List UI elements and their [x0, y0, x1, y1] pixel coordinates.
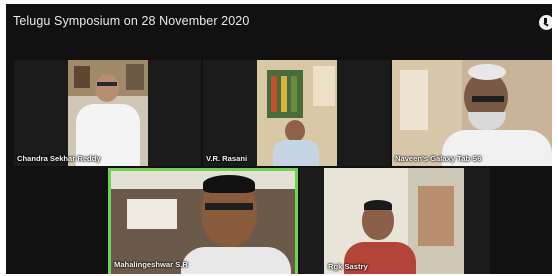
participant-video-3: [392, 60, 552, 166]
meeting-title: Telugu Symposium on 28 November 2020: [13, 14, 250, 28]
participant-tile-3[interactable]: Naveen's Galaxy Tab S6: [392, 60, 552, 166]
participant-video-4: [111, 171, 295, 274]
participant-name: V.R. Rasani: [206, 154, 248, 163]
participant-name: Naveen's Galaxy Tab S6: [395, 154, 482, 163]
participant-tile-2[interactable]: V.R. Rasani: [203, 60, 390, 166]
participant-name: Chandra Sekhar Reddy: [17, 154, 101, 163]
participant-video-5: [324, 168, 464, 274]
participant-video-1: [68, 60, 148, 166]
participant-name: Mahalingeshwar S.R: [114, 260, 188, 269]
participant-name: Rgk Sastry: [328, 262, 368, 271]
meeting-window: Telugu Symposium on 28 November 2020 Cha…: [6, 4, 552, 274]
participant-tile-5[interactable]: Rgk Sastry: [300, 168, 490, 274]
clock-info-icon[interactable]: [539, 15, 552, 30]
participant-tile-1[interactable]: Chandra Sekhar Reddy: [14, 60, 201, 166]
participant-tile-4[interactable]: Mahalingeshwar S.R: [108, 168, 298, 274]
participant-video-2: [257, 60, 337, 166]
